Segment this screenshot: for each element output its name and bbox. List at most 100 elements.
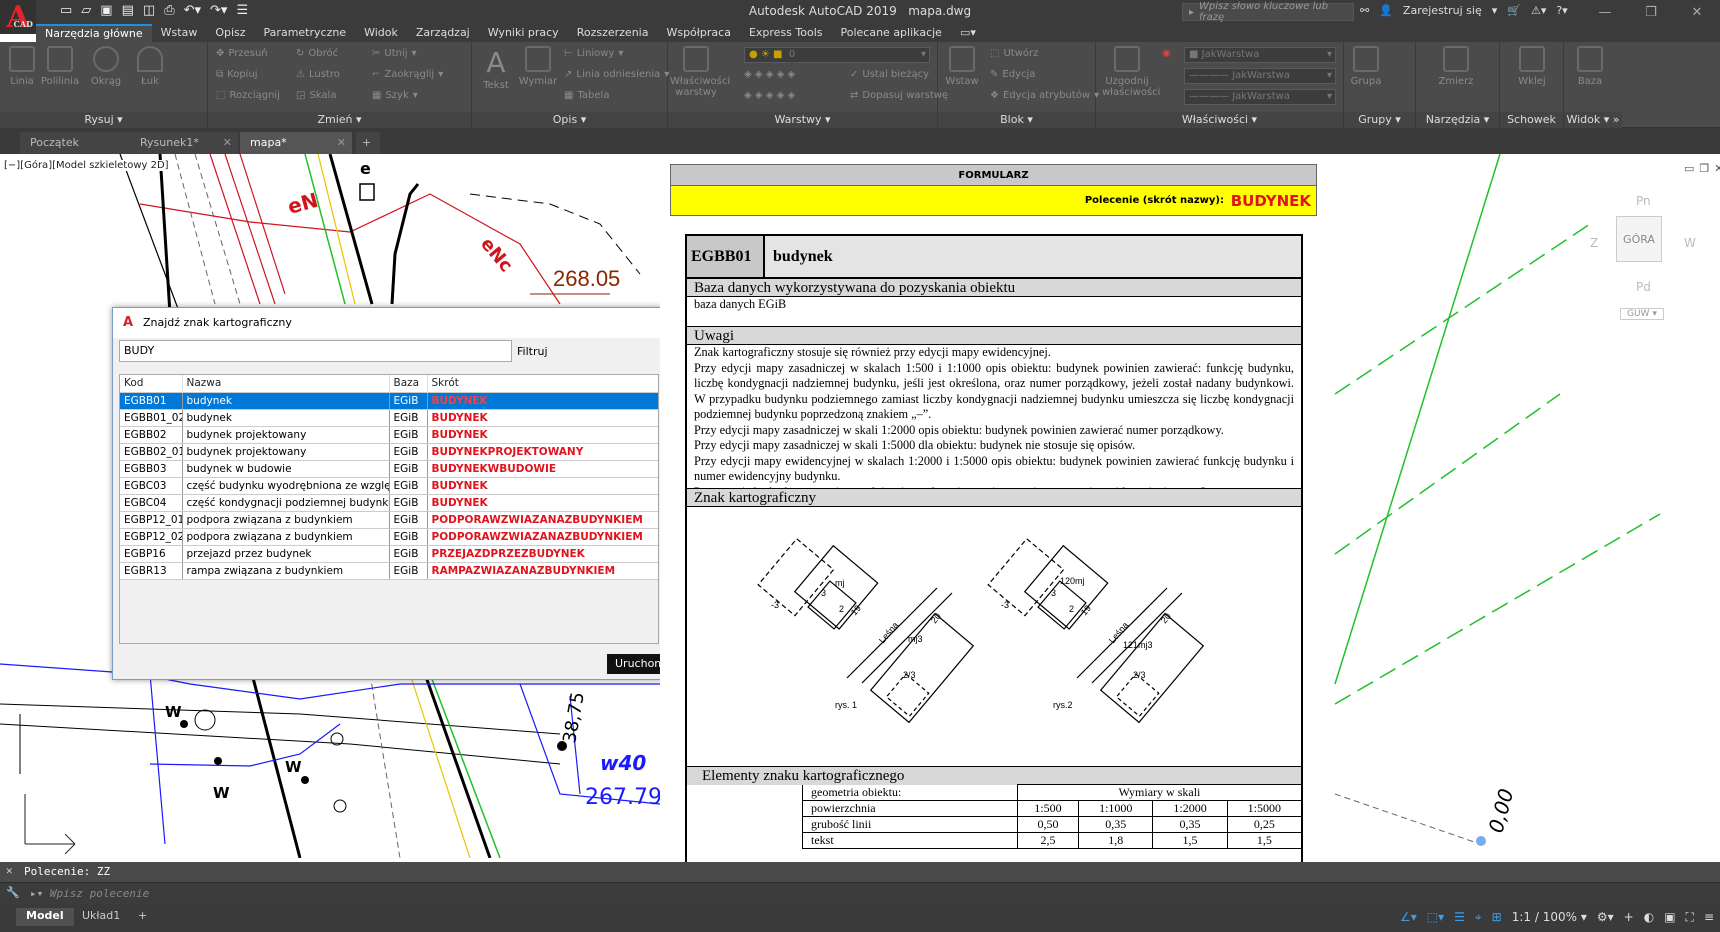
app-menu-button[interactable]: A CAD (0, 0, 36, 35)
new-tab-button[interactable]: + (356, 132, 380, 154)
plus-icon[interactable]: + (1624, 910, 1634, 925)
table-row[interactable]: EGBB01_02 budynek EGiB BUDYNEK (120, 409, 658, 427)
annotation-scale[interactable]: 1:1 / 100% ▾ (1512, 910, 1587, 925)
ribbon-tab-annotate[interactable]: Opisz (206, 24, 254, 42)
group-button[interactable]: Grupa (1346, 46, 1386, 87)
filter-button[interactable]: Filtruj (517, 345, 548, 358)
table-row[interactable]: EGBR13 rampa związana z budynkiem EGiB RAMP… (120, 562, 658, 580)
minimize-icon[interactable]: — (1582, 0, 1628, 24)
isolate-icon[interactable]: ◐ (1644, 910, 1654, 925)
viewcube-west[interactable]: Z (1590, 236, 1598, 250)
customize-icon[interactable]: ≡ (1704, 910, 1714, 925)
table-row[interactable]: EGBB01 budynek EGiB BUDYNEK (120, 392, 658, 410)
connect-icon[interactable]: ⚠▾ (1531, 4, 1546, 17)
create-block-button[interactable]: ⬚ Utwórz (990, 48, 1038, 59)
edit-block-button[interactable]: ✎ Edycja (990, 69, 1035, 80)
ribbon-tab-view[interactable]: Widok (355, 24, 407, 42)
panel-utilities-title[interactable]: Narzędzia ▾ (1416, 112, 1499, 128)
panel-layers-title[interactable]: Warstwy ▾ (668, 112, 937, 128)
save-as-icon[interactable]: ▤ (122, 3, 134, 18)
hardware-icon[interactable]: ▣ (1664, 910, 1675, 925)
doc-tab-mapa[interactable]: mapa* ✕ (240, 132, 352, 154)
layout-tab-layout1[interactable]: Układ1 (72, 908, 130, 926)
layer-combo[interactable]: ● ☀ ■ 0 ▾ (744, 47, 930, 63)
run-button[interactable]: Uruchom (607, 654, 667, 674)
layer-properties-button[interactable]: Właściwości warstwy (670, 46, 730, 98)
panel-groups-title[interactable]: Grupy ▾ (1344, 112, 1415, 128)
leader-button[interactable]: ↗ Linia odniesienia ▾ (564, 69, 669, 80)
fullscreen-icon[interactable]: ⛶ (1686, 910, 1694, 925)
open-file-icon[interactable]: ▱ (81, 3, 91, 18)
layer-tools-row2[interactable]: ◈ ◈ ◈ ◈ ◈ (744, 90, 795, 101)
text-button[interactable]: A Tekst (476, 46, 516, 91)
stretch-button[interactable]: ⬚ Rozciągnij (216, 90, 280, 101)
array-button[interactable]: ▦ Szyk ▾ (372, 90, 418, 101)
doc-tab-drawing1[interactable]: Rysunek1* ✕ (130, 132, 238, 154)
layer-tools-row1[interactable]: ◈ ◈ ◈ ◈ ◈ (744, 69, 795, 80)
new-file-icon[interactable]: ▭ (60, 3, 72, 18)
close-viewport-icon[interactable]: ✕ (1714, 162, 1720, 175)
table-row[interactable]: EGBC04 część kondygnacji podziemnej budyn… (120, 494, 658, 512)
linetype-combo[interactable]: ———— JakWarstwa ▾ (1184, 68, 1336, 84)
arc-button[interactable]: Łuk (130, 46, 170, 87)
panel-modify-title[interactable]: Zmień ▾ (208, 112, 471, 128)
linear-button[interactable]: ⊢ Liniowy ▾ (564, 48, 623, 59)
save-icon[interactable]: ▣ (100, 3, 112, 18)
match-properties-button[interactable]: Uzgodnij właściwości (1102, 46, 1160, 98)
dimension-button[interactable]: Wymiar (518, 46, 558, 87)
ribbon-tab-parametric[interactable]: Parametryczne (255, 24, 356, 42)
table-row[interactable]: EGBB02_01 budynek projektowany EGiB BUDYNEK… (120, 443, 658, 461)
scale-button[interactable]: ◲ Skala (296, 90, 336, 101)
close-icon[interactable]: ✕ (1674, 0, 1720, 24)
panel-view-title[interactable]: Widok ▾ » (1564, 112, 1622, 128)
chevron-down-icon[interactable]: ▾ (1492, 4, 1498, 17)
command-input[interactable]: 🔧 ▸▾ Wpisz polecenie (0, 882, 1720, 904)
column-header-base[interactable]: Baza (389, 375, 428, 393)
osnap-icon[interactable]: ⬚▾ (1427, 910, 1444, 925)
restore-viewport-icon[interactable]: ❐ (1699, 162, 1709, 175)
table-button[interactable]: ▦ Tabela (564, 90, 609, 101)
ribbon-tab-featured[interactable]: Polecane aplikacje (832, 24, 951, 42)
doc-tab-start[interactable]: Początek (20, 132, 130, 154)
print-icon[interactable]: ⎙ (164, 3, 174, 18)
table-row[interactable]: EGBB02 budynek projektowany EGiB BUDYNEK (120, 426, 658, 444)
ribbon-toggle-icon[interactable]: ▭▾ (951, 24, 985, 42)
measure-button[interactable]: Zmierz (1436, 46, 1476, 87)
web-icon[interactable]: ◫ (143, 3, 155, 18)
cart-icon[interactable]: 🛒 (1507, 4, 1521, 17)
table-row[interactable]: EGBP16 przejazd przez budynek EGiB PRZEJAZD… (120, 545, 658, 563)
ribbon-tab-output[interactable]: Wyniki pracy (479, 24, 568, 42)
user-icon[interactable]: 👤 (1379, 4, 1393, 17)
redo-icon[interactable]: ↷▾ (210, 3, 227, 18)
minimize-viewport-icon[interactable]: ▭ (1684, 162, 1694, 175)
lineweight-icon[interactable]: ☰ (1454, 910, 1465, 925)
layout-tab-model[interactable]: Model (16, 908, 74, 926)
fillet-button[interactable]: ⌐ Zaokrąglij ▾ (372, 69, 443, 80)
ribbon-tab-home[interactable]: Narzędzia główne (36, 24, 152, 42)
qat-menu-icon[interactable]: ☰ (236, 3, 248, 18)
circle-button[interactable]: Okrąg (86, 46, 126, 87)
snap-icon[interactable]: ∠▾ (1400, 910, 1417, 925)
close-tab-icon[interactable]: ✕ (223, 136, 232, 149)
column-header-short[interactable]: Skrót (427, 375, 658, 393)
ucs-menu[interactable]: GUW ▾ (1620, 308, 1664, 320)
mirror-button[interactable]: ⚠ Lustro (296, 69, 340, 80)
ribbon-tab-insert[interactable]: Wstaw (152, 24, 207, 42)
color-picker-icon[interactable]: ◉ (1162, 48, 1171, 59)
ribbon-tab-addins[interactable]: Rozszerzenia (568, 24, 658, 42)
insert-button[interactable]: Wstaw (942, 46, 982, 87)
wrench-icon[interactable]: 🔧 (6, 886, 20, 899)
table-row[interactable]: EGBP12_02 podpora związana z budynkiem EGi… (120, 528, 658, 546)
table-row[interactable]: EGBB03 budynek w budowie EGiB BUDYNEKWBUDOW… (120, 460, 658, 478)
table-row[interactable]: EGBP12_01 podpora związana z budynkiem EGi… (120, 511, 658, 529)
base-view-button[interactable]: Baza (1570, 46, 1610, 87)
trim-button[interactable]: ✂ Utnij ▾ (372, 48, 417, 59)
help-search-input[interactable]: ▸ Wpisz słowo kluczowe lub frazę (1182, 1, 1354, 23)
add-layout-button[interactable]: + (128, 908, 157, 926)
match-layer-button[interactable]: ⇄ Dopasuj warstwę (850, 90, 948, 101)
table-row[interactable]: EGBC03 część budynku wyodrębniona ze wzgl… (120, 477, 658, 495)
paste-button[interactable]: Wklej (1512, 46, 1552, 87)
ribbon-tab-collaborate[interactable]: Współpraca (657, 24, 739, 42)
restore-icon[interactable]: ❐ (1628, 0, 1674, 24)
viewport-controls[interactable]: [−][Góra][Model szkieletowy 2D] (4, 160, 169, 171)
